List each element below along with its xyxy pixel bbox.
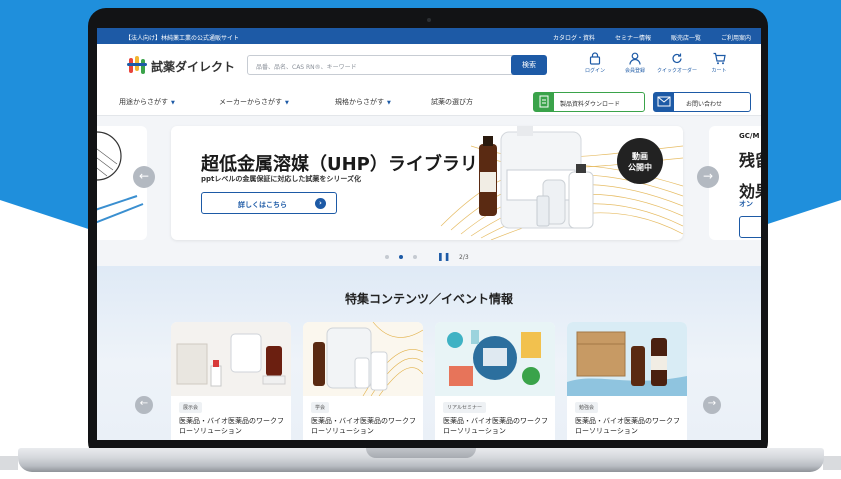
chevron-down-icon: ▼ (171, 100, 175, 106)
chevron-down-icon: ▼ (387, 100, 391, 106)
cart-button[interactable]: カート (699, 52, 739, 82)
card-title: 医薬品・バイオ医薬品のワークフローソリューション (575, 417, 680, 435)
card-title: 医薬品・バイオ医薬品のワークフローソリューション (179, 417, 284, 435)
card-image-solvent-bottles (303, 322, 423, 396)
user-icon (629, 52, 641, 65)
mail-icon (654, 93, 674, 111)
carousel-next-button[interactable]: → (697, 166, 719, 188)
nav-item-guide[interactable]: 試薬の選び方 (431, 97, 473, 107)
cart-label: カート (711, 68, 727, 74)
card-image-boxes-bottles (567, 322, 687, 396)
laptop-notch (366, 448, 476, 458)
card-image-reagent-kit (171, 322, 291, 396)
pause-icon[interactable]: ❚❚ (437, 252, 450, 261)
current-slide[interactable]: 超低金属溶媒（UHP）ライブラリ pptレベルの金属保証に対応した試薬をシリーズ… (171, 126, 683, 240)
lock-icon (589, 52, 601, 65)
card-title: 医薬品・バイオ医薬品のワークフローソリューション (443, 417, 548, 435)
nav-item-maker[interactable]: メーカーからさがす ▼ (219, 97, 289, 107)
contact-button[interactable]: お問い合わせ (653, 92, 751, 112)
card-tag: 学会 (311, 402, 330, 413)
logo-text[interactable]: 試薬ダイレクト (151, 58, 235, 75)
pager-dot[interactable] (385, 255, 389, 259)
card-title: 医薬品・バイオ医薬品のワークフローソリューション (311, 417, 416, 435)
next-slide-line4: オン (739, 200, 753, 208)
site-label: 【法人向け】林純薬工業の公式通販サイト (125, 35, 240, 42)
hero-subtitle: pptレベルの金属保証に対応した試薬をシリーズ化 (201, 175, 362, 183)
feature-card[interactable]: 勉強会 医薬品・バイオ医薬品のワークフローソリューション (567, 322, 687, 440)
contact-label: お問い合わせ (686, 101, 723, 108)
arrow-left-icon: ← (139, 398, 149, 409)
login-button[interactable]: ログイン (575, 52, 615, 82)
features-section: 特集コンテンツ／イベント情報 ← → 展示会 医薬品・バイオ医薬品のワークフロー… (97, 266, 761, 440)
nav-item-usage[interactable]: 用途からさがす ▼ (119, 97, 175, 107)
feature-card[interactable]: 展示会 医薬品・バイオ医薬品のワークフローソリューション (171, 322, 291, 440)
hero-details-button[interactable]: 詳しくはこちら › (201, 192, 337, 214)
quick-order-button[interactable]: クイックオーダー (657, 52, 697, 82)
hero-title: 超低金属溶媒（UHP）ライブラリ (201, 154, 478, 175)
register-button[interactable]: 会員登録 (615, 52, 655, 82)
document-icon (534, 93, 554, 111)
login-label: ログイン (584, 68, 605, 74)
chevron-down-icon: ▼ (285, 100, 289, 106)
card-tag: 勉強会 (575, 402, 599, 413)
features-title: 特集コンテンツ／イベント情報 (344, 292, 513, 306)
download-label: 製品資料ダウンロード (560, 101, 621, 108)
pager-dot-active[interactable] (399, 255, 403, 259)
feature-card[interactable]: リアルセミナー 医薬品・バイオ医薬品のワークフローソリューション (435, 322, 555, 440)
main-nav: 用途からさがす ▼ メーカーからさがす ▼ 規格からさがす ▼ 試薬の選び方 製品資料… (97, 86, 761, 116)
download-button[interactable]: 製品資料ダウンロード (533, 92, 645, 112)
site-header: 試薬ダイレクト 品番、品名、CAS RN®、キーワード 検索 ログイン 会員登録… (97, 44, 761, 86)
pager-count: 2/3 (459, 254, 469, 261)
card-tag: 展示会 (179, 402, 203, 413)
hero-button-label: 詳しくはこちら (238, 201, 287, 209)
camera-dot (427, 18, 431, 22)
next-slide-line1: GC/M (739, 132, 760, 140)
arrow-right-icon: › (315, 198, 326, 209)
card-tag: リアルセミナー (443, 402, 486, 413)
reorder-icon (672, 53, 682, 64)
link-seminar[interactable]: セミナー情報 (615, 33, 651, 42)
hero-carousel: 超低金属溶媒（UHP）ライブラリ pptレベルの金属保証に対応した試薬をシリーズ… (97, 116, 761, 266)
feature-card[interactable]: 学会 医薬品・バイオ医薬品のワークフローソリューション (303, 322, 423, 440)
link-catalog[interactable]: カタログ・資料 (553, 33, 595, 42)
search-input[interactable]: 品番、品名、CAS RN®、キーワード (247, 55, 541, 75)
logo-icon[interactable] (127, 55, 147, 75)
carousel-prev-button[interactable]: ← (133, 166, 155, 188)
features-prev-button[interactable]: ← (135, 396, 153, 414)
carousel-pager: ❚❚ 2/3 (379, 252, 499, 262)
features-next-button[interactable]: → (703, 396, 721, 414)
browser-screen: 【法人向け】林純薬工業の公式通販サイト カタログ・資料 セミナー情報 販売店一覧… (97, 28, 761, 440)
arrow-right-icon: → (702, 169, 714, 183)
nav-item-standard[interactable]: 規格からさがす ▼ (335, 97, 391, 107)
pager-dot[interactable] (413, 255, 417, 259)
search-button[interactable]: 検索 (511, 55, 547, 75)
utility-links: カタログ・資料 セミナー情報 販売店一覧 ご利用案内 (553, 33, 751, 42)
badge-line1: 動画 (632, 152, 648, 161)
quick-order-label: クイックオーダー (657, 68, 698, 74)
next-slide-line2: 残留 (739, 151, 761, 170)
next-slide-button[interactable] (739, 216, 761, 238)
arrow-right-icon: → (707, 398, 717, 409)
link-guide[interactable]: ご利用案内 (721, 33, 751, 42)
link-dealers[interactable]: 販売店一覧 (671, 33, 701, 42)
badge-line2: 公開中 (628, 163, 652, 172)
cart-icon (713, 52, 726, 65)
arrow-left-icon: ← (138, 169, 150, 183)
register-label: 会員登録 (624, 68, 645, 74)
card-image-lab-illustration (435, 322, 555, 396)
video-badge: 動画 公開中 (617, 138, 663, 184)
top-utility-bar: 【法人向け】林純薬工業の公式通販サイト カタログ・資料 セミナー情報 販売店一覧… (97, 28, 761, 44)
